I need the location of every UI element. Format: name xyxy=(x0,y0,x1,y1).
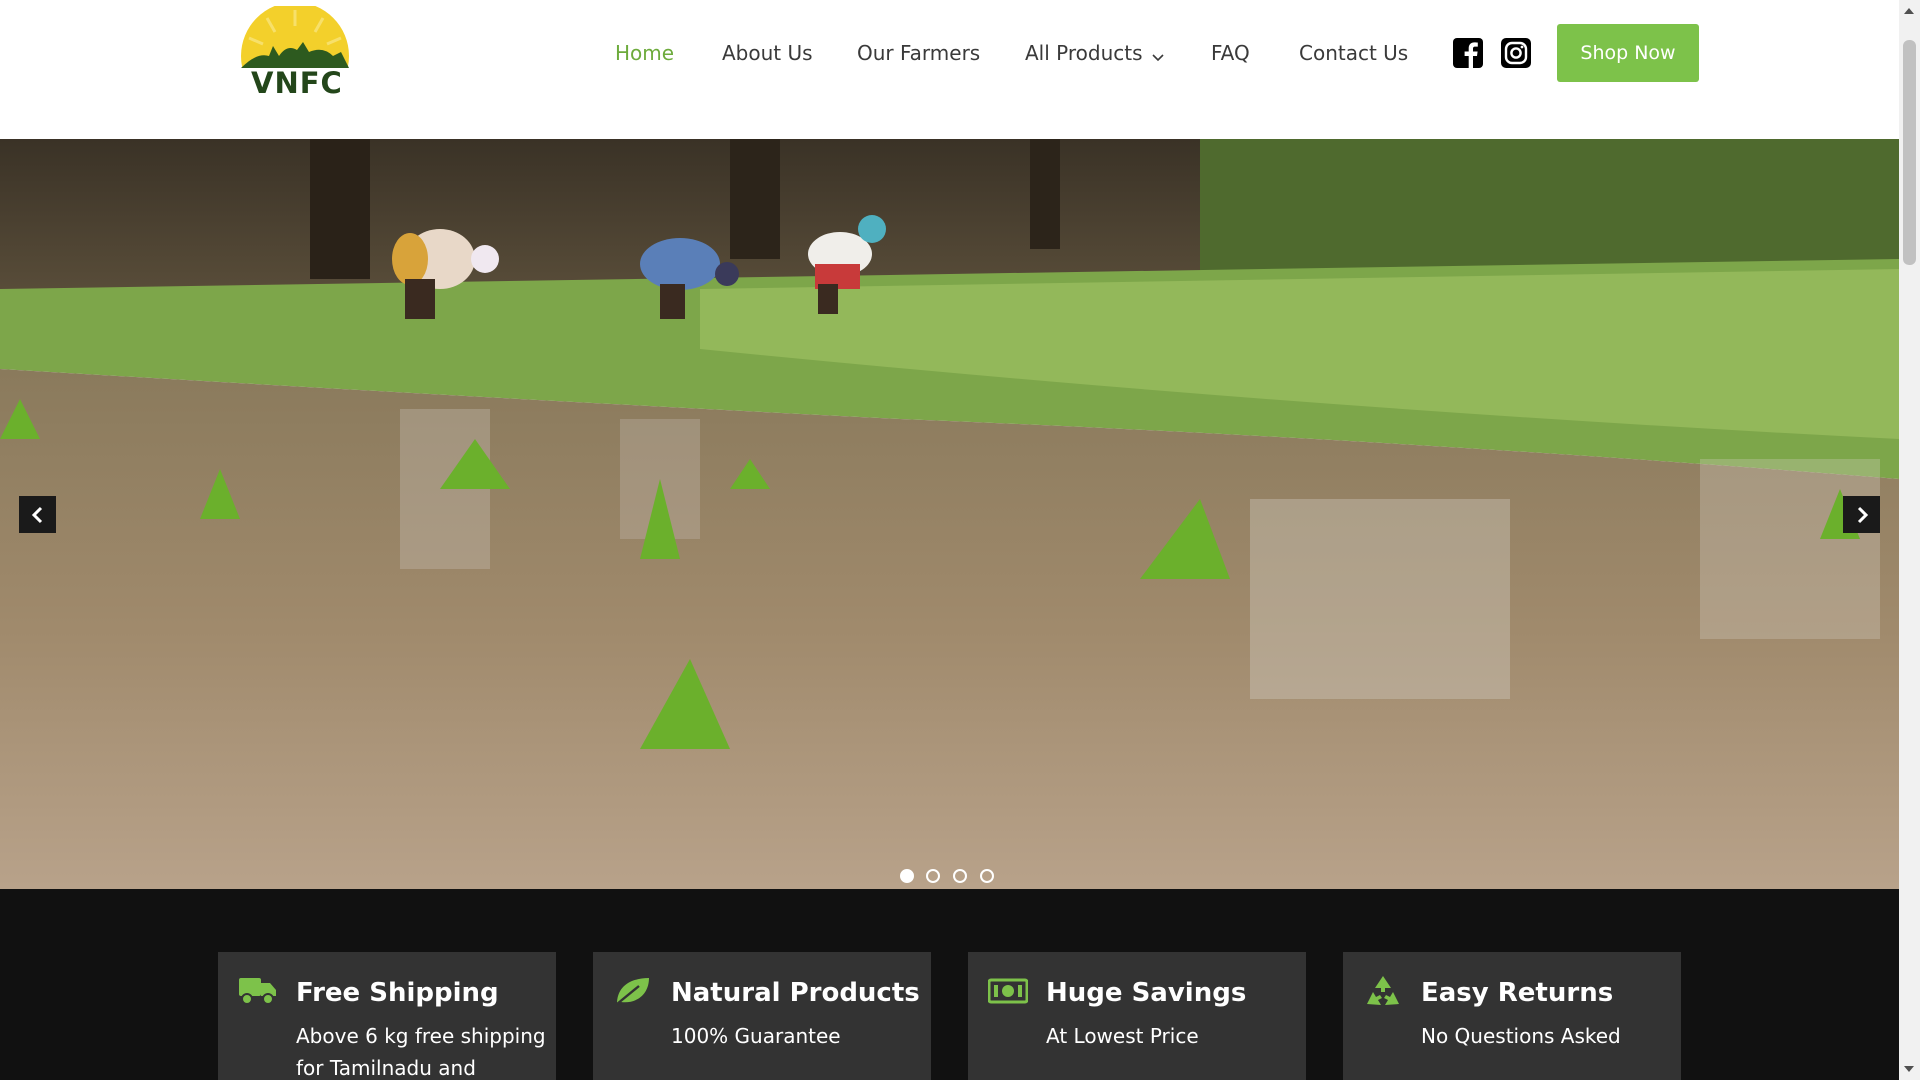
slider-dot[interactable] xyxy=(953,869,967,883)
slider-dot[interactable] xyxy=(926,869,940,883)
leaf-icon xyxy=(613,974,653,1013)
scroll-up-icon[interactable] xyxy=(1904,8,1914,14)
feature-subtitle: 100% Guarantee xyxy=(671,1024,841,1048)
chevron-left-icon xyxy=(31,506,42,523)
hero-slider xyxy=(0,139,1899,889)
facebook-icon[interactable] xyxy=(1453,38,1483,68)
nav-all-products[interactable]: All Products xyxy=(1025,38,1165,70)
nav-all-products-label: All Products xyxy=(1025,41,1143,65)
site-header: VNFC Home About Us Our Farmers All Produ… xyxy=(0,0,1899,139)
nav-home[interactable]: Home xyxy=(615,38,674,68)
chevron-right-icon xyxy=(1857,506,1868,523)
feature-card-free-shipping: Free Shipping Above 6 kg free shipping f… xyxy=(218,952,556,1080)
feature-subtitle: Above 6 kg free shipping for Tamilnadu a… xyxy=(296,1024,546,1080)
chevron-down-icon xyxy=(1151,40,1165,70)
feature-title: Natural Products xyxy=(671,978,920,1008)
feature-card-huge-savings: Huge Savings At Lowest Price xyxy=(968,952,1306,1080)
slider-prev-button[interactable] xyxy=(19,496,56,533)
nav-contact-us[interactable]: Contact Us xyxy=(1299,38,1408,68)
nav-about-us[interactable]: About Us xyxy=(722,38,813,68)
feature-subtitle: At Lowest Price xyxy=(1046,1024,1199,1048)
page-scrollbar[interactable] xyxy=(1899,0,1920,1080)
shop-now-button[interactable]: Shop Now xyxy=(1557,24,1699,82)
recycle-icon xyxy=(1363,974,1403,1013)
truck-icon xyxy=(238,974,278,1013)
brand-name: VNFC xyxy=(251,66,343,100)
feature-card-natural-products: Natural Products 100% Guarantee xyxy=(593,952,931,1080)
nav-our-farmers[interactable]: Our Farmers xyxy=(857,38,980,68)
scroll-thumb[interactable] xyxy=(1903,40,1916,265)
nav-faq[interactable]: FAQ xyxy=(1211,38,1250,68)
slider-dot[interactable] xyxy=(980,869,994,883)
slider-next-button[interactable] xyxy=(1843,496,1880,533)
feature-title: Easy Returns xyxy=(1421,978,1614,1008)
money-icon xyxy=(987,974,1029,1013)
scroll-down-icon[interactable] xyxy=(1904,1066,1914,1072)
slider-dot[interactable] xyxy=(900,869,914,883)
feature-title: Huge Savings xyxy=(1046,978,1247,1008)
feature-card-easy-returns: Easy Returns No Questions Asked xyxy=(1343,952,1681,1080)
feature-title: Free Shipping xyxy=(296,978,499,1008)
feature-subtitle: No Questions Asked xyxy=(1421,1024,1621,1048)
instagram-icon[interactable] xyxy=(1501,38,1531,68)
hero-image xyxy=(0,139,1899,889)
